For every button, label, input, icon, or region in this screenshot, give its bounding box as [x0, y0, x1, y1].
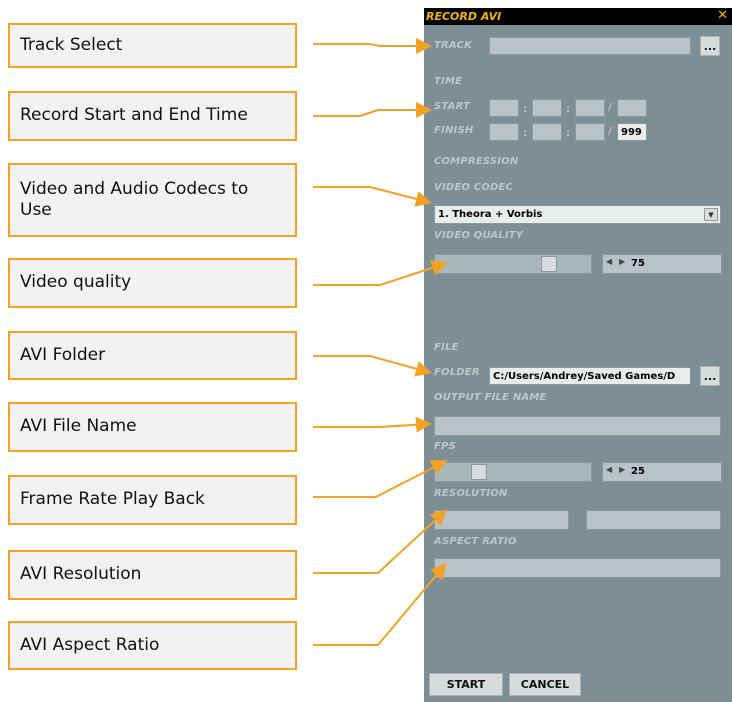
video-quality-value: 75 — [631, 258, 645, 269]
fps-slider-thumb[interactable] — [471, 464, 487, 480]
start-sep-slash: / — [608, 102, 612, 113]
start-time-label: START — [434, 101, 471, 112]
video-codec-label: VIDEO CODEC — [434, 182, 514, 193]
callout-frame-rate: Frame Rate Play Back — [8, 475, 297, 525]
fps-slider[interactable] — [434, 462, 592, 482]
spinner-arrows-icon[interactable]: ◀ ▶ — [606, 257, 627, 266]
window-title: RECORD AVI — [426, 10, 502, 23]
callout-text: Record Start and End Time — [20, 105, 248, 126]
start-button[interactable]: START — [429, 673, 503, 696]
callout-codecs: Video and Audio Codecs to Use — [8, 163, 297, 237]
start-sep-colon-1: : — [523, 104, 527, 115]
close-icon[interactable]: ✕ — [717, 8, 728, 23]
callout-record-time: Record Start and End Time — [8, 91, 297, 141]
callout-text: Track Select — [20, 34, 123, 55]
track-browse-button[interactable]: ... — [700, 36, 720, 56]
time-label: TIME — [434, 76, 463, 87]
callout-video-quality: Video quality — [8, 258, 297, 308]
start-seconds-field[interactable] — [575, 99, 605, 117]
start-hours-field[interactable] — [489, 99, 519, 117]
file-label: FILE — [434, 342, 459, 353]
finish-seconds-field[interactable] — [575, 123, 605, 141]
start-minutes-field[interactable] — [532, 99, 562, 117]
fps-label: FPS — [434, 441, 456, 452]
callout-avi-resolution: AVI Resolution — [8, 550, 297, 600]
record-avi-dialog: RECORD AVI ✕ TRACK ... TIME START : : / … — [424, 8, 732, 702]
arrow-file-name — [313, 416, 432, 433]
finish-hours-field[interactable] — [489, 123, 519, 141]
video-codec-dropdown[interactable]: 1. Theora + Vorbis ▼ — [434, 205, 721, 224]
video-codec-value: 1. Theora + Vorbis — [438, 209, 543, 220]
finish-sep-colon-1: : — [523, 128, 527, 139]
arrow-folder — [313, 355, 432, 377]
track-label: TRACK — [434, 40, 473, 51]
finish-time-label: FINISH — [434, 125, 474, 136]
arrow-track — [313, 38, 432, 54]
finish-frames-field[interactable]: 999 — [617, 123, 647, 141]
start-frames-field[interactable] — [617, 99, 647, 117]
cancel-button[interactable]: CANCEL — [509, 673, 581, 696]
arrow-codec — [313, 186, 432, 207]
aspect-ratio-label: ASPECT RATIO — [434, 536, 517, 547]
aspect-ratio-field[interactable] — [434, 558, 721, 578]
callout-text: Video and Audio Codecs to Use — [20, 178, 249, 220]
fps-value: 25 — [631, 466, 645, 477]
callout-track-select: Track Select — [8, 23, 297, 68]
start-sep-colon-2: : — [566, 104, 570, 115]
callout-aspect-ratio: AVI Aspect Ratio — [8, 621, 297, 670]
title-bar: RECORD AVI ✕ — [424, 8, 732, 25]
callout-text: AVI File Name — [20, 416, 137, 437]
folder-field[interactable]: C:/Users/Andrey/Saved Games/D — [489, 367, 691, 385]
callout-avi-file-name: AVI File Name — [8, 402, 297, 452]
callout-text: Frame Rate Play Back — [20, 489, 205, 510]
callout-text: AVI Aspect Ratio — [20, 634, 160, 655]
output-file-name-field[interactable] — [434, 416, 721, 436]
fps-spinner[interactable]: ◀ ▶ 25 — [602, 462, 722, 482]
chevron-down-icon[interactable]: ▼ — [704, 208, 718, 221]
resolution-width-field[interactable] — [434, 510, 569, 530]
arrow-time — [313, 102, 432, 118]
resolution-label: RESOLUTION — [434, 488, 508, 499]
output-file-name-label: OUTPUT FILE NAME — [434, 392, 547, 403]
video-quality-spinner[interactable]: ◀ ▶ 75 — [602, 254, 722, 274]
callout-avi-folder: AVI Folder — [8, 331, 297, 380]
video-quality-slider[interactable] — [434, 254, 592, 274]
track-field[interactable] — [489, 37, 691, 55]
callout-text: Video quality — [20, 272, 132, 293]
finish-sep-colon-2: : — [566, 128, 570, 139]
finish-sep-slash: / — [608, 126, 612, 137]
finish-minutes-field[interactable] — [532, 123, 562, 141]
folder-label: FOLDER — [434, 367, 480, 378]
video-quality-slider-thumb[interactable] — [541, 256, 557, 272]
folder-browse-button[interactable]: ... — [700, 366, 720, 386]
compression-label: COMPRESSION — [434, 156, 519, 167]
video-quality-label: VIDEO QUALITY — [434, 230, 524, 241]
resolution-height-field[interactable] — [586, 510, 721, 530]
spinner-arrows-icon[interactable]: ◀ ▶ — [606, 465, 627, 474]
callout-text: AVI Resolution — [20, 564, 142, 585]
callout-text: AVI Folder — [20, 344, 106, 365]
